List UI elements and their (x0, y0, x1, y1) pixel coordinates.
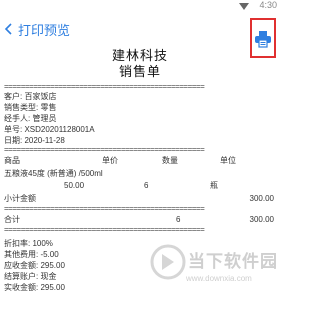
subtotal-label: 小计金额 (4, 194, 36, 203)
app-bar: 打印预览 (0, 12, 281, 58)
handler: 经手人: 管理员 (4, 114, 57, 123)
separator: ========================================… (4, 226, 205, 234)
total-qty: 6 (176, 215, 181, 224)
company-name: 建林科技 (111, 48, 168, 63)
total-label: 合计 (4, 215, 20, 224)
chevron-left-icon (4, 23, 12, 35)
item-qty: 6 (144, 181, 149, 190)
sale-type: 销售类型: 零售 (4, 103, 57, 112)
watermark-url: www.downxia.com (186, 274, 252, 283)
watermark-text: 当下软件园 (188, 252, 278, 271)
status-bar: 4:30 (0, 0, 281, 12)
header-price: 单价 (102, 156, 118, 165)
header-unit: 单位 (220, 156, 236, 165)
watermark-logo-icon (150, 244, 186, 280)
table-header: 商品 单价 数量 单位 (4, 154, 276, 167)
item-unit: 瓶 (210, 181, 218, 190)
item-price: 50.00 (64, 181, 85, 190)
printer-icon (255, 31, 271, 48)
wifi-icon (239, 3, 249, 10)
item-row: 50.00 6 瓶 (4, 179, 276, 192)
customer: 客户: 百家饭店 (4, 92, 57, 101)
separator: ========================================… (4, 83, 205, 91)
item-name: 五粮液45度 (新普通) /500ml (4, 169, 103, 178)
total-value: 300.00 (249, 215, 274, 224)
watermark: 当下软件园 www.downxia.com (150, 244, 278, 294)
total-row: 合计 6 300.00 (4, 213, 276, 226)
separator: ========================================… (4, 146, 205, 154)
back-button[interactable]: 打印预览 (2, 12, 70, 46)
status-time: 4:30 (259, 0, 277, 10)
subtotal-row: 小计金额 300.00 (4, 192, 276, 205)
order-date: 日期: 2020-11-28 (4, 136, 65, 145)
header-product: 商品 (4, 156, 20, 165)
receipt-title: 销售单 (118, 64, 161, 79)
separator: ========================================… (4, 205, 205, 213)
header-qty: 数量 (162, 156, 178, 165)
order-number: 单号: XSD20201128001A (4, 125, 95, 134)
subtotal-value: 300.00 (249, 194, 274, 203)
back-label: 打印预览 (18, 22, 71, 38)
